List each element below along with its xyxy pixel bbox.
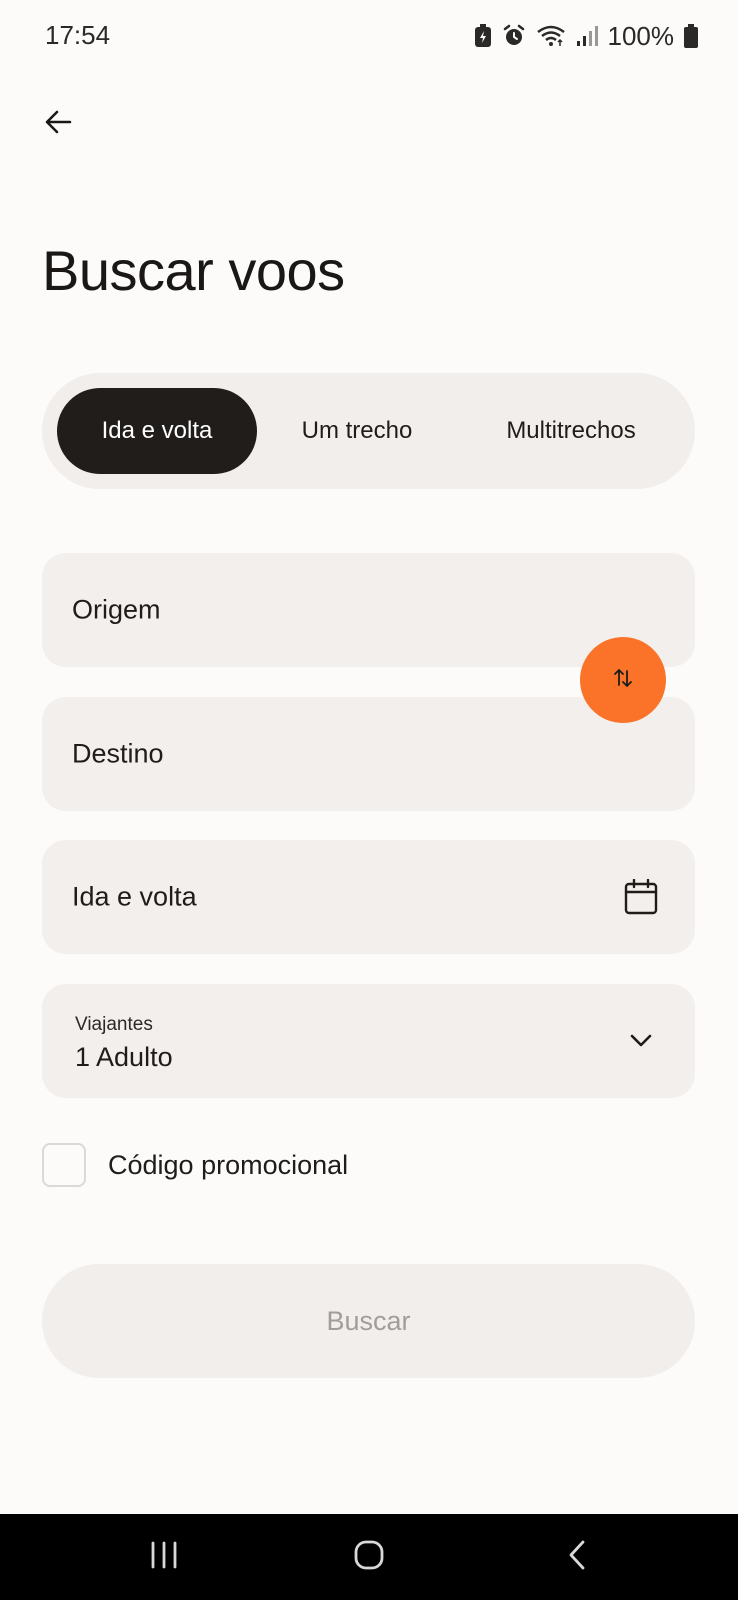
promo-code-checkbox[interactable] [42,1143,86,1187]
battery-icon [684,24,698,48]
destination-placeholder: Destino [72,738,164,769]
home-icon [353,1539,385,1576]
trip-type-toggle: Ida e volta Um trecho Multitrechos [42,373,695,489]
system-back-button[interactable] [552,1534,602,1580]
status-time: 17:54 [45,20,111,50]
alarm-icon [502,24,526,48]
signal-icon [576,24,598,48]
search-button[interactable]: Buscar [42,1264,695,1378]
back-icon [566,1539,588,1576]
origin-placeholder: Origem [72,594,161,625]
wifi-icon [536,24,566,48]
arrow-left-icon [42,106,74,143]
dates-placeholder: Ida e volta [72,881,197,912]
back-button[interactable] [38,104,78,144]
tab-one-way[interactable]: Um trecho [257,388,457,474]
tab-multi-city[interactable]: Multitrechos [462,388,680,474]
navigation-bar [0,1514,738,1600]
status-icons: 100% [474,18,698,54]
travelers-field[interactable]: Viajantes 1 Adulto [42,984,695,1098]
promo-code-row[interactable]: Código promocional [42,1143,348,1187]
tab-round-trip[interactable]: Ida e volta [57,388,257,474]
battery-percent: 100% [607,20,675,51]
recents-icon [149,1541,179,1574]
travelers-value: 1 Adulto [75,1042,173,1072]
status-bar: 17:54 100% [0,0,738,72]
swap-button[interactable] [580,637,666,723]
page-title: Buscar voos [42,239,345,302]
promo-code-label: Código promocional [108,1149,349,1180]
home-button[interactable] [344,1534,394,1580]
travelers-label: Viajantes [75,1014,153,1035]
dates-field[interactable]: Ida e volta [42,840,695,954]
chevron-down-icon [623,1023,659,1059]
swap-vertical-icon [612,665,634,696]
battery-saver-icon [474,24,492,48]
calendar-icon [623,879,659,915]
recents-button[interactable] [139,1534,189,1580]
